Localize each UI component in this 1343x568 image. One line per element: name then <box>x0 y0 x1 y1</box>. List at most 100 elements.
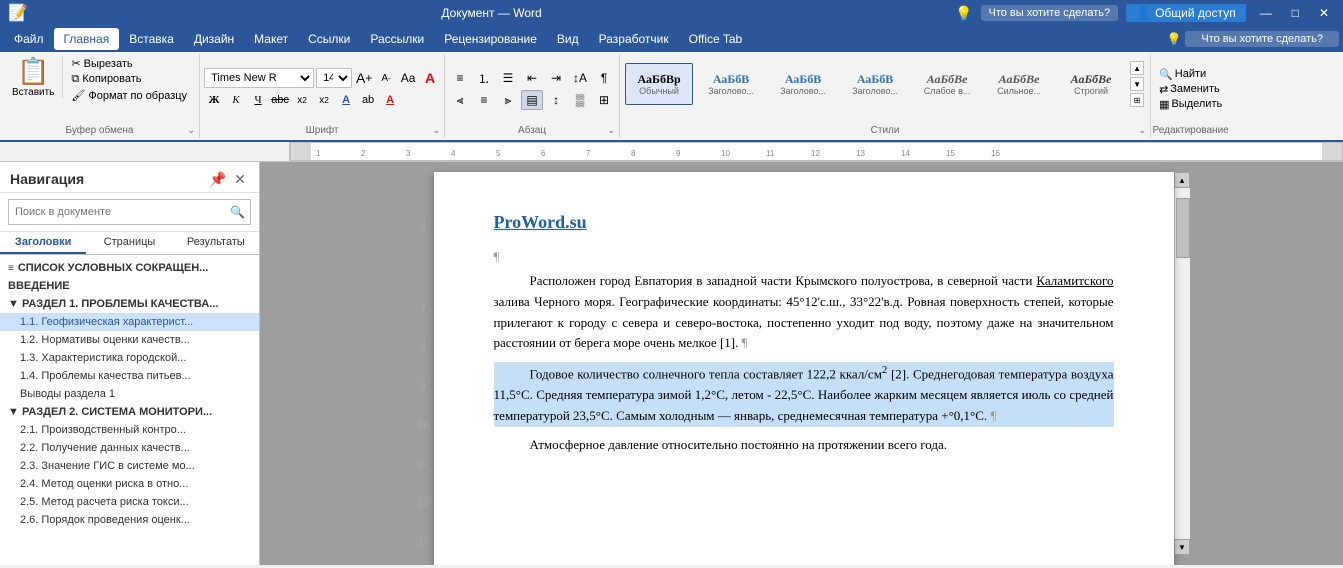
menu-design[interactable]: Дизайн <box>184 28 244 50</box>
case-button[interactable]: Aa <box>398 68 418 88</box>
font-increase-button[interactable]: A+ <box>354 68 374 88</box>
justify-button[interactable]: ▤ <box>521 90 543 110</box>
menu-mailings[interactable]: Рассылки <box>360 28 434 50</box>
scrollbar-up-button[interactable]: ▲ <box>1174 172 1190 188</box>
shading-button[interactable]: ▒ <box>569 90 591 110</box>
nav-tab-headings[interactable]: Заголовки <box>0 232 86 254</box>
paste-button[interactable]: 📋 Вставить <box>4 56 63 98</box>
nav-item-11[interactable]: 2.3. Значение ГИС в системе мо... <box>0 457 259 475</box>
font-color-button[interactable]: A <box>380 90 400 110</box>
styles-scroll-up[interactable]: ▲ <box>1130 61 1144 75</box>
nav-item-7[interactable]: Выводы раздела 1 <box>0 385 259 403</box>
increase-indent-button[interactable]: ⇥ <box>545 68 567 88</box>
styles-expand-icon[interactable]: ⌄ <box>1139 125 1147 136</box>
styles-more[interactable]: ⊞ <box>1130 93 1144 107</box>
scrollbar-thumb[interactable] <box>1176 198 1190 258</box>
strikethrough-button[interactable]: abc <box>270 90 290 110</box>
bullets-button[interactable]: ≡ <box>449 68 471 88</box>
menu-developer[interactable]: Разработчик <box>589 28 679 50</box>
select-button[interactable]: ▦ Выделить <box>1155 97 1226 112</box>
nav-item-9[interactable]: 2.1. Производственный контро... <box>0 421 259 439</box>
menu-view[interactable]: Вид <box>547 28 589 50</box>
align-center-button[interactable]: ≡ <box>473 90 495 110</box>
nav-item-10[interactable]: 2.2. Получение данных качеств... <box>0 439 259 457</box>
style-normal[interactable]: АаБбВр Обычный <box>625 63 693 105</box>
menu-file[interactable]: Файл <box>4 28 54 50</box>
menu-references[interactable]: Ссылки <box>298 28 360 50</box>
font-size-select[interactable]: 14 <box>316 68 352 88</box>
style-heading3[interactable]: АаБбВ Заголово... <box>841 63 909 105</box>
nav-search-input[interactable] <box>8 199 251 225</box>
font-expand-icon[interactable]: ⌄ <box>433 125 441 136</box>
menu-review[interactable]: Рецензирование <box>434 28 547 50</box>
nav-item-4[interactable]: 1.2. Нормативы оценки качеств... <box>0 331 259 349</box>
menu-insert[interactable]: Вставка <box>119 28 184 50</box>
nav-tab-results[interactable]: Результаты <box>173 232 259 254</box>
close-button[interactable]: ✕ <box>1313 6 1335 20</box>
nav-item-12[interactable]: 2.4. Метод оценки риска в отно... <box>0 475 259 493</box>
line-spacing-button[interactable]: ↕ <box>545 90 567 110</box>
italic-button[interactable]: К <box>226 90 246 110</box>
nav-item-6[interactable]: 1.4. Проблемы качества питьев... <box>0 367 259 385</box>
font-decrease-button[interactable]: A- <box>376 68 396 88</box>
style-strict[interactable]: АаБбВе Строгий <box>1057 63 1125 105</box>
menu-officetab[interactable]: Office Tab <box>679 28 753 50</box>
superscript-button[interactable]: x2 <box>314 90 334 110</box>
search-box[interactable]: Что вы хотите сделать? <box>981 5 1119 21</box>
text-effects-button[interactable]: A <box>336 90 356 110</box>
nav-item-3[interactable]: 1.1. Геофизическая характерист... <box>0 313 259 331</box>
nav-item-14[interactable]: 2.6. Порядок проведения оценк... <box>0 511 259 529</box>
borders-button[interactable]: ⊞ <box>593 90 615 110</box>
bold-button[interactable]: Ж <box>204 90 224 110</box>
vertical-scrollbar[interactable]: ▲ ▼ <box>1174 172 1190 555</box>
show-marks-button[interactable]: ¶ <box>593 68 615 88</box>
nav-item-0[interactable]: ≡ СПИСОК УСЛОВНЫХ СОКРАЩЕН... <box>0 259 259 277</box>
clipboard-expand-icon[interactable]: ⌄ <box>188 125 196 136</box>
subscript-button[interactable]: x2 <box>292 90 312 110</box>
style-strong[interactable]: АаБбВе Сильное... <box>985 63 1053 105</box>
style-weak[interactable]: АаБбВе Слабое в... <box>913 63 981 105</box>
paragraph-expand-icon[interactable]: ⌄ <box>608 125 616 136</box>
menu-layout[interactable]: Макет <box>244 28 298 50</box>
nav-item-8[interactable]: ▼ РАЗДЕЛ 2. СИСТЕМА МОНИТОРИ... <box>0 403 259 421</box>
paragraph-1[interactable]: Расположен город Евпатория в западной ча… <box>494 271 1114 354</box>
copy-button[interactable]: ⧉ Копировать <box>67 72 191 87</box>
find-button[interactable]: 🔍 Найти <box>1155 67 1226 82</box>
replace-button[interactable]: ⇄ Заменить <box>1155 82 1226 97</box>
paragraph-2[interactable]: Годовое количество солнечного тепла сост… <box>494 362 1114 427</box>
minimize-button[interactable]: — <box>1254 6 1278 20</box>
text-highlight-color-button[interactable]: ab <box>358 90 378 110</box>
nav-item-1[interactable]: ВВЕДЕНИЕ <box>0 277 259 295</box>
help-search-text[interactable]: Что вы хотите сделать? <box>1185 31 1339 47</box>
numbering-button[interactable]: ⒈ <box>473 68 495 88</box>
align-left-button[interactable]: ⫷ <box>449 90 471 110</box>
menu-home[interactable]: Главная <box>54 28 120 50</box>
share-button[interactable]: 👤 Общий доступ <box>1126 4 1246 22</box>
nav-item-13[interactable]: 2.5. Метод расчета риска токси... <box>0 493 259 511</box>
format-painter-button[interactable]: 🖌 Формат по образцу <box>67 88 191 103</box>
align-right-button[interactable]: ⫸ <box>497 90 519 110</box>
styles-group: АаБбВр Обычный АаБбВ Заголово... АаБбВ З… <box>620 54 1151 138</box>
cut-button[interactable]: ✂ Вырезать <box>67 56 191 71</box>
highlight-button[interactable]: A <box>420 68 440 88</box>
scrollbar-track[interactable] <box>1175 188 1190 539</box>
nav-item-2[interactable]: ▼ РАЗДЕЛ 1. ПРОБЛЕМЫ КАЧЕСТВА... <box>0 295 259 313</box>
nav-tab-pages[interactable]: Страницы <box>86 232 172 254</box>
style-heading2[interactable]: АаБбВ Заголово... <box>769 63 837 105</box>
style-heading1[interactable]: АаБбВ Заголово... <box>697 63 765 105</box>
styles-scroll-down[interactable]: ▼ <box>1130 77 1144 91</box>
scrollbar-down-button[interactable]: ▼ <box>1174 539 1190 555</box>
multilevel-list-button[interactable]: ☰ <box>497 68 519 88</box>
document-page[interactable]: ProWord.su ¶ Расположен город Евпатория … <box>434 172 1174 565</box>
underline-button[interactable]: Ч <box>248 90 268 110</box>
sort-button[interactable]: ↕A <box>569 68 591 88</box>
help-icon[interactable]: 💡 <box>955 5 972 22</box>
decrease-indent-button[interactable]: ⇤ <box>521 68 543 88</box>
nav-item-5[interactable]: 1.3. Характеристика городской... <box>0 349 259 367</box>
font-family-select[interactable]: Times New R <box>204 68 314 88</box>
maximize-button[interactable]: □ <box>1286 6 1305 20</box>
paragraph-3[interactable]: Атмосферное давление относительно постоя… <box>494 435 1114 456</box>
nav-close-button[interactable]: ✕ <box>231 170 249 188</box>
nav-pin-button[interactable]: 📌 <box>209 170 227 188</box>
document-area[interactable]: 6 7 8 9 10 11 12 13 14 15 16 ProWord.su … <box>260 162 1343 565</box>
